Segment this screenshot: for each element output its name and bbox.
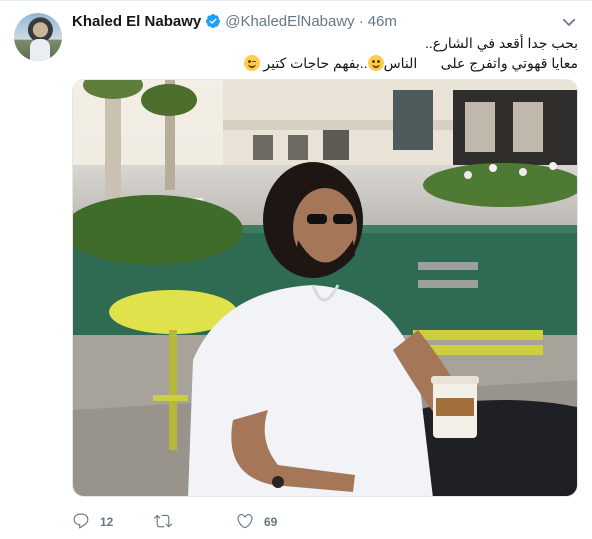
winking-face-emoji-icon (243, 55, 260, 71)
tweet-text: بحب جدا أقعد في الشارع.. معايا قهوتي وات… (78, 33, 578, 73)
separator-dot: · (358, 12, 364, 30)
tweet-text-line-1: بحب جدا أقعد في الشارع.. (425, 35, 578, 51)
tweet-text-part-b: الناس (383, 55, 418, 71)
tweet-card[interactable]: Khaled El Nabawy @KhaledElNabawy · 46m ب… (0, 0, 592, 539)
reply-button[interactable]: 12 (72, 512, 154, 533)
avatar[interactable] (14, 13, 62, 61)
chevron-down-icon[interactable] (560, 13, 578, 31)
reply-icon (72, 512, 90, 533)
like-button[interactable]: 69 (236, 512, 318, 533)
reply-count: 12 (100, 515, 114, 529)
author-name[interactable]: Khaled El Nabawy (72, 13, 201, 30)
heart-icon (236, 512, 254, 533)
smiling-face-emoji-icon (367, 55, 384, 71)
tweet-text-part-c: ..بفهم حاجات كتير (263, 55, 368, 71)
retweet-icon (154, 512, 172, 533)
tweet-photo[interactable] (72, 79, 578, 497)
tweet-header: Khaled El Nabawy @KhaledElNabawy · 46m (72, 11, 397, 31)
retweet-button[interactable] (154, 512, 236, 533)
tweet-text-line-2: معايا قهوتي واتفرج على الناس ..بفهم حاجات… (78, 53, 578, 73)
verified-badge-icon (205, 13, 221, 29)
tweet-actions: 12 69 (72, 511, 318, 533)
tweet-timestamp[interactable]: 46m (368, 13, 397, 30)
photo-scene (73, 80, 577, 496)
like-count: 69 (264, 515, 278, 529)
author-handle[interactable]: @KhaledElNabawy (225, 13, 354, 30)
avatar-figure (30, 39, 50, 61)
tweet-text-part-a: معايا قهوتي واتفرج على (440, 55, 578, 71)
